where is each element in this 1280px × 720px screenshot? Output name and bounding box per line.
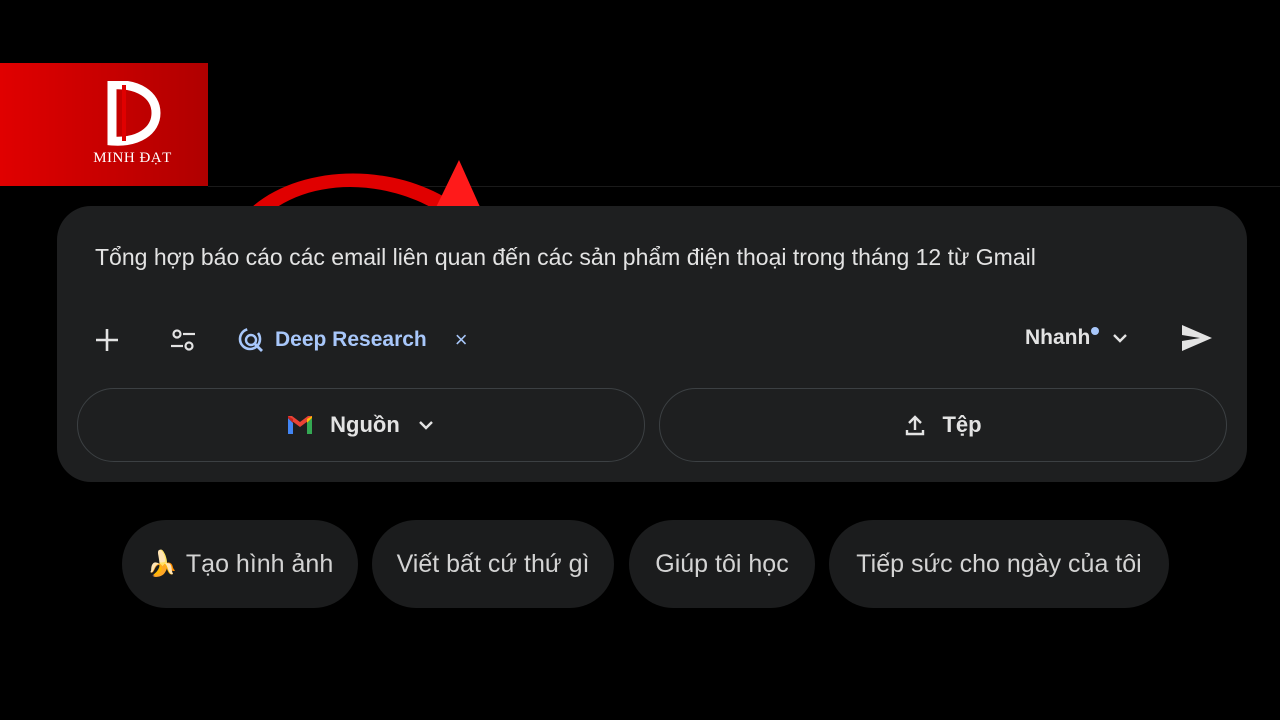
suggestion-label: Tạo hình ảnh: [185, 549, 334, 578]
prompt-composer: Tổng hợp báo cáo các email liên quan đến…: [57, 206, 1247, 482]
plus-icon: [96, 329, 118, 351]
send-icon: [1182, 325, 1212, 351]
suggestion-chips: 🍌 Tạo hình ảnh Viết bất cứ thứ gì Giúp t…: [0, 520, 1280, 608]
upload-icon: [906, 415, 925, 436]
sources-label: Nguồn: [330, 412, 400, 437]
mode-label: Nhanh: [1025, 326, 1091, 349]
deep-research-label: Deep Research: [275, 328, 427, 351]
file-upload-button[interactable]: Tệp: [659, 388, 1227, 462]
suggestion-label: Tiếp sức cho ngày của tôi: [856, 549, 1142, 578]
banana-icon: 🍌: [146, 549, 178, 578]
chevron-down-icon: [1113, 334, 1128, 343]
tools-button[interactable]: [163, 320, 203, 360]
suggestion-write-anything[interactable]: Viết bất cứ thứ gì: [372, 520, 614, 608]
deep-research-icon: [238, 327, 263, 352]
sources-button[interactable]: Nguồn: [77, 388, 645, 462]
file-label: Tệp: [942, 412, 982, 437]
chevron-down-icon: [418, 421, 433, 430]
send-button[interactable]: [1175, 316, 1219, 360]
add-button[interactable]: [87, 320, 127, 360]
suggestion-help-me-learn[interactable]: Giúp tôi học: [629, 520, 815, 608]
gmail-icon: [288, 416, 313, 434]
suggestion-label: Giúp tôi học: [655, 549, 789, 578]
deep-research-chip[interactable]: Deep Research ×: [237, 320, 468, 360]
suggestion-label: Viết bất cứ thứ gì: [396, 549, 590, 578]
suggestion-boost-my-day[interactable]: Tiếp sức cho ngày của tôi: [829, 520, 1169, 608]
mode-selector[interactable]: Nhanh: [1025, 318, 1130, 358]
prompt-input[interactable]: Tổng hợp báo cáo các email liên quan đến…: [95, 244, 1215, 271]
minh-dat-d-logo-icon: [107, 81, 161, 146]
suggestion-create-image[interactable]: 🍌 Tạo hình ảnh: [122, 520, 358, 608]
brand-logo-block: [0, 63, 208, 186]
close-icon[interactable]: ×: [455, 327, 468, 353]
status-dot-icon: [1091, 327, 1100, 335]
tune-icon: [171, 329, 195, 351]
